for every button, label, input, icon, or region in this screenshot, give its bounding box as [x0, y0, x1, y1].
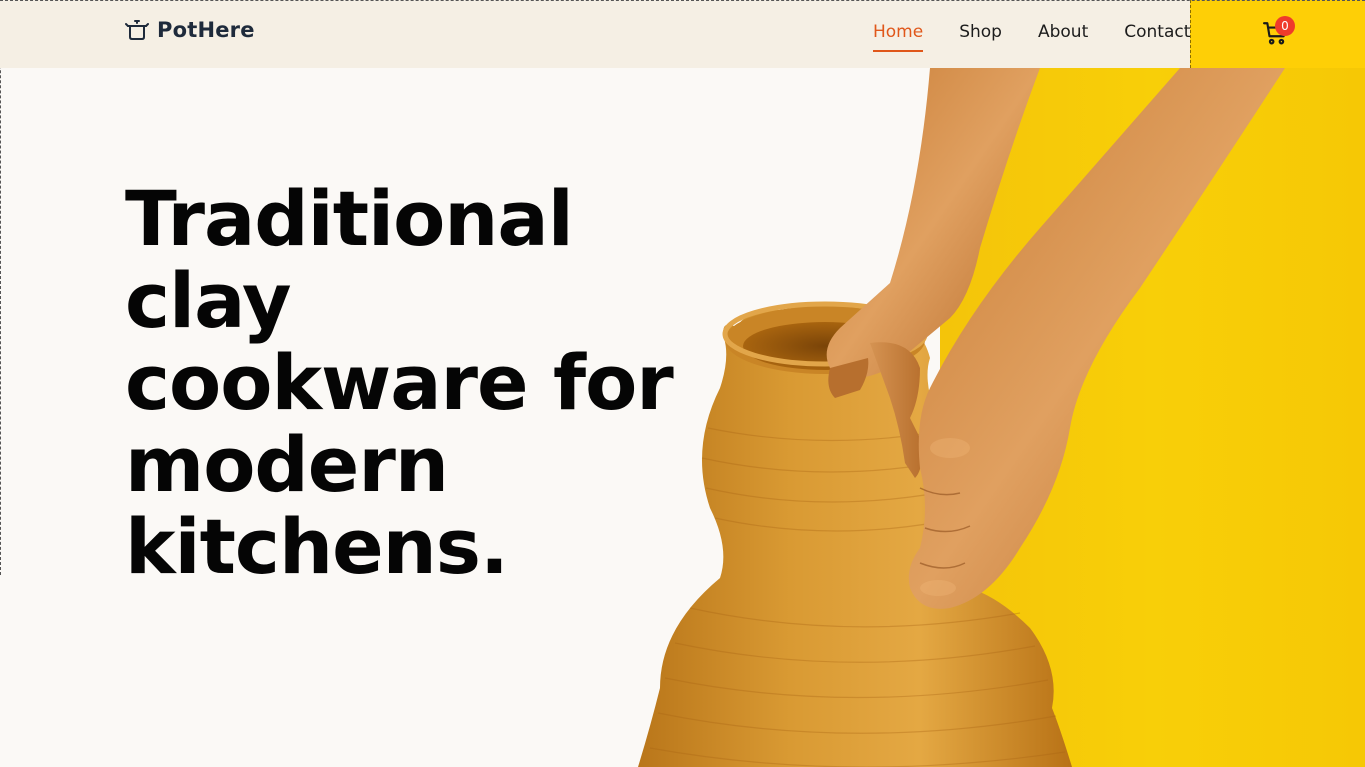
pot-icon	[125, 20, 149, 40]
site-header: PotHere Home Shop About Contact 0	[0, 0, 1365, 68]
page: PotHere Home Shop About Contact 0 Tradit…	[0, 0, 1365, 767]
main-nav: Home Shop About Contact	[873, 22, 1190, 52]
frame-outline-left	[0, 0, 2, 575]
brand-name: PotHere	[157, 18, 255, 42]
hero-headline: Traditional clay cookware for modern kit…	[125, 174, 674, 591]
nav-contact[interactable]: Contact	[1124, 22, 1190, 48]
cart-area: 0	[1190, 0, 1365, 68]
nav-home[interactable]: Home	[873, 22, 924, 52]
nav-about[interactable]: About	[1038, 22, 1088, 48]
cart-count-badge: 0	[1275, 16, 1295, 36]
brand-logo[interactable]: PotHere	[125, 18, 255, 42]
frame-outline-top	[0, 0, 1365, 2]
hero-image-hands-clay-pot	[638, 68, 1285, 767]
nav-shop[interactable]: Shop	[959, 22, 1002, 48]
